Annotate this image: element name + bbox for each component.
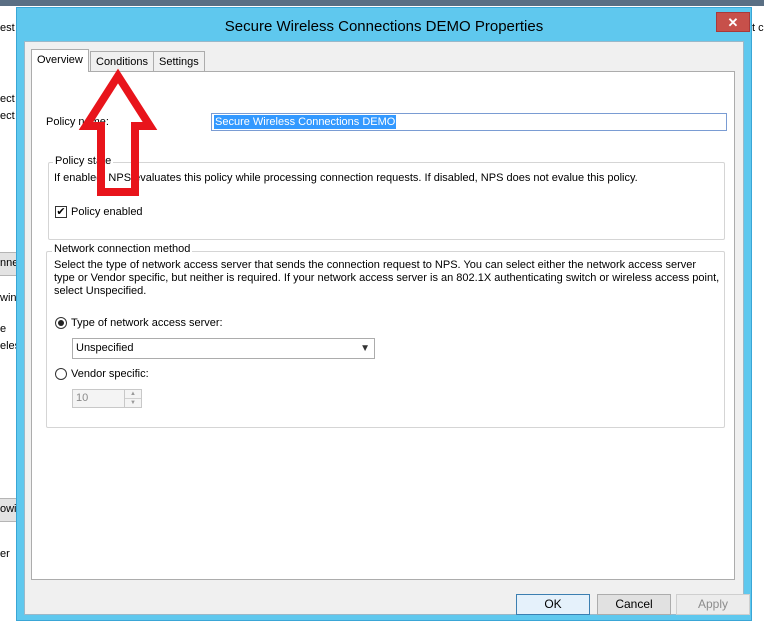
vendor-specific-label: Vendor specific: bbox=[71, 368, 149, 380]
background-title-bar bbox=[0, 0, 764, 6]
spinner-up-icon[interactable]: ▲ bbox=[125, 390, 141, 399]
tab-conditions[interactable]: Conditions bbox=[90, 51, 154, 71]
policy-name-label: Policy name: bbox=[46, 116, 109, 128]
tab-settings[interactable]: Settings bbox=[153, 51, 205, 71]
background-text: er bbox=[0, 548, 10, 560]
background-text: ect bbox=[0, 93, 15, 105]
close-icon: ✕ bbox=[727, 15, 739, 30]
dialog-client-area: Overview Conditions Settings Policy name… bbox=[24, 41, 750, 615]
server-type-dropdown[interactable]: Unspecified ▼ bbox=[72, 338, 375, 359]
dialog-title: Secure Wireless Connections DEMO Propert… bbox=[224, 18, 544, 35]
properties-dialog: Secure Wireless Connections DEMO Propert… bbox=[16, 7, 752, 621]
network-method-description-line2: type or Vendor specific, but neither is … bbox=[54, 272, 720, 284]
chevron-down-icon: ▼ bbox=[360, 343, 370, 354]
policy-enabled-checkbox[interactable]: ✔ bbox=[55, 206, 67, 218]
radio-selected-dot bbox=[58, 320, 64, 326]
spinner-down-icon[interactable]: ▼ bbox=[125, 399, 141, 407]
overview-tab-page: Policy name: Secure Wireless Connections… bbox=[31, 71, 735, 580]
vendor-specific-spinner[interactable]: 10 ▲ ▼ bbox=[72, 389, 142, 408]
vendor-specific-value: 10 bbox=[76, 392, 89, 404]
background-text: ect bbox=[0, 110, 15, 122]
policy-name-input[interactable]: Secure Wireless Connections DEMO bbox=[211, 113, 727, 131]
spinner-buttons: ▲ ▼ bbox=[124, 390, 141, 407]
checkmark-icon: ✔ bbox=[56, 206, 66, 218]
type-of-server-label: Type of network access server: bbox=[71, 317, 223, 329]
policy-state-description: If enabled, NPS evaluates this policy wh… bbox=[54, 172, 638, 184]
background-text: e bbox=[0, 323, 7, 335]
policy-enabled-label: Policy enabled bbox=[71, 206, 143, 218]
network-method-description-line1: Select the type of network access server… bbox=[54, 259, 697, 271]
apply-button[interactable]: Apply bbox=[676, 594, 750, 615]
network-connection-method-title: Network connection method bbox=[52, 243, 193, 255]
network-method-description-line3: select Unspecified. bbox=[54, 285, 147, 297]
tab-overview[interactable]: Overview bbox=[31, 49, 89, 72]
close-button[interactable]: ✕ bbox=[716, 12, 750, 32]
server-type-value: Unspecified bbox=[76, 342, 134, 354]
type-of-server-radio[interactable] bbox=[55, 317, 67, 329]
policy-state-title: Policy state bbox=[53, 155, 114, 167]
cancel-button[interactable]: Cancel bbox=[597, 594, 671, 615]
vendor-specific-radio[interactable] bbox=[55, 368, 67, 380]
ok-button[interactable]: OK bbox=[516, 594, 590, 615]
background-text: t c bbox=[752, 22, 764, 34]
background-text: est bbox=[0, 22, 15, 34]
dialog-title-bar[interactable]: Secure Wireless Connections DEMO Propert… bbox=[17, 8, 751, 38]
policy-name-value: Secure Wireless Connections DEMO bbox=[214, 115, 397, 129]
